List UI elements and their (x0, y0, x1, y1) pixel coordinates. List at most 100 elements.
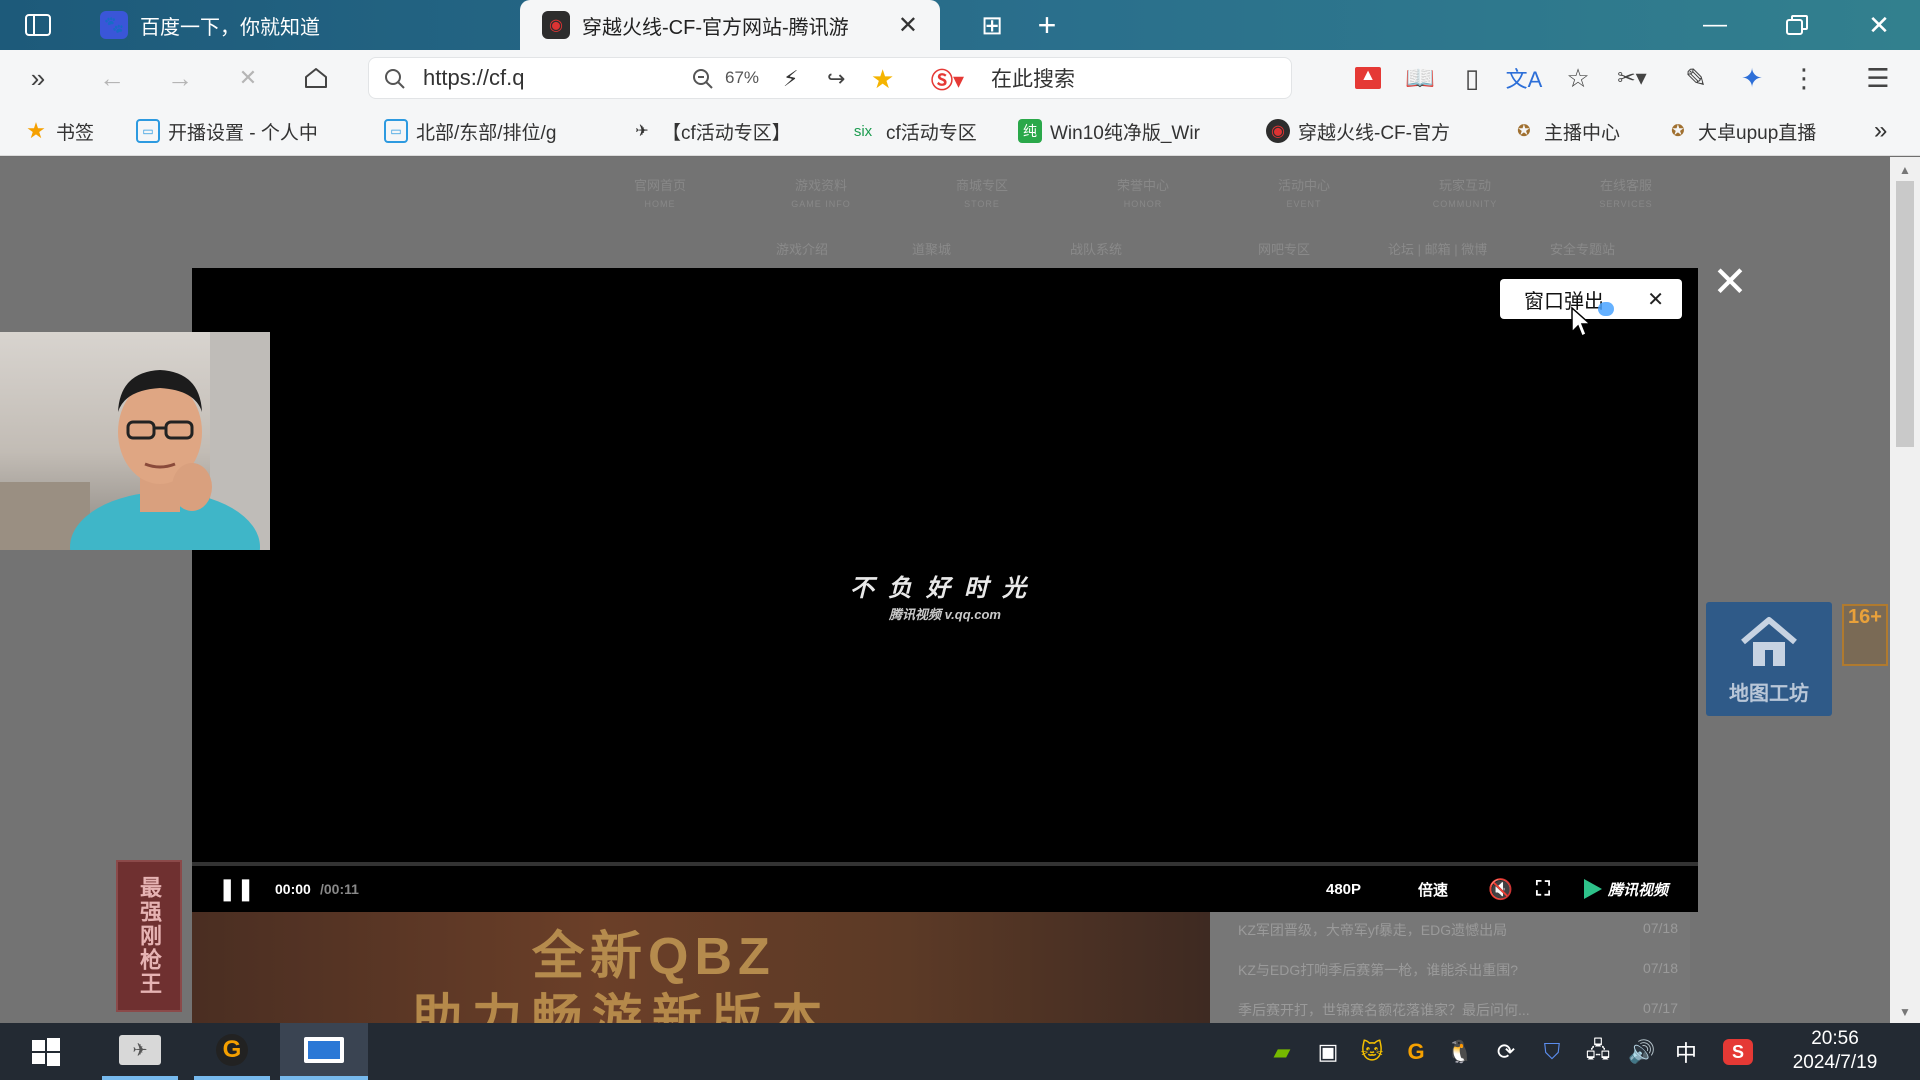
taskbar-app-obs[interactable] (280, 1023, 368, 1080)
promo-banner[interactable]: 全新QBZ 助力畅游新版本 (192, 912, 1210, 1023)
new-tab-icon[interactable]: + (1025, 0, 1069, 50)
qq-tray-icon[interactable]: 🐧 (1438, 1023, 1482, 1080)
bookmark-item[interactable]: ✪ 主播中心 (1512, 106, 1648, 156)
system-clock[interactable]: 20:56 2024/7/19 (1770, 1027, 1900, 1075)
nvidia-tray-icon[interactable]: ▰ (1260, 1023, 1304, 1080)
sogou-search-icon[interactable]: Ⓢ▾ (931, 64, 964, 94)
sync-tray-icon[interactable]: ⟳ (1484, 1023, 1528, 1080)
page-scrollbar[interactable]: ▲ ▼ (1890, 157, 1920, 1023)
chevrons-right-icon[interactable]: » (16, 50, 60, 106)
bookmark-item[interactable]: ▭ 北部/东部/排位/g (384, 106, 606, 156)
browser-tray-icon[interactable]: G (1394, 1023, 1438, 1080)
stop-icon[interactable]: ✕ (226, 50, 270, 106)
nav-label: 在线客服 (1599, 178, 1652, 193)
site-nav-honor[interactable]: 荣誉中心 HONOR (1083, 177, 1203, 213)
collections-star-icon[interactable]: ☆ (1556, 50, 1600, 106)
reader-mode-icon[interactable]: 📖 (1398, 50, 1442, 106)
lightning-icon[interactable]: ⚡ (783, 64, 798, 94)
nav-sublabel: STORE (964, 199, 1000, 209)
tab-overview-icon[interactable]: ⊞ (970, 0, 1014, 50)
subnav-link[interactable]: 道聚城 (912, 239, 951, 258)
ai-assistant-icon[interactable]: ✦ (1730, 50, 1774, 106)
pause-icon[interactable]: ❚❚ (218, 876, 255, 902)
favorite-star-icon[interactable]: ★ (871, 64, 894, 94)
volume-tray-icon[interactable]: 🔊 (1620, 1023, 1664, 1080)
quality-button[interactable]: 480P (1326, 881, 1361, 898)
address-bar[interactable]: https://cf.q 67% ⚡ ↪ ★ Ⓢ▾ 在此搜索 (368, 57, 1292, 99)
video-player[interactable]: 不负好时光 腾讯视频 v.qq.com ❚❚ 00:00 /00:11 480P… (192, 268, 1698, 912)
bookmark-item[interactable]: six cf活动专区 (848, 106, 998, 156)
news-item[interactable]: 季后赛开打，世锦赛名额花落谁家？最后问何... 07/17 (1238, 1000, 1678, 1020)
close-popout-icon[interactable]: ✕ (1647, 287, 1664, 312)
bookmark-label: 【cf活动专区】 (662, 122, 791, 144)
side-promo-banner[interactable]: 最强刚枪王 (116, 860, 182, 1012)
bookmark-item[interactable]: ◉ 穿越火线-CF-官方 (1266, 106, 1488, 156)
news-item[interactable]: KZ与EDG打响季后赛第一枪，谁能杀出重围? 07/18 (1238, 960, 1678, 980)
tab-cf-official[interactable]: ◉ 穿越火线-CF-官方网站-腾讯游 ✕ (520, 0, 940, 50)
ime-indicator[interactable]: 中 (1664, 1023, 1708, 1080)
site-nav-home[interactable]: 官网首页 HOME (600, 177, 720, 213)
site-nav-store[interactable]: 商城专区 STORE (922, 177, 1042, 213)
pdf-icon[interactable]: ▲ (1346, 50, 1390, 106)
search-engine-input[interactable]: 在此搜索 (991, 63, 1075, 93)
news-item[interactable]: KZ军团晋级，大帝军yf暴走，EDG遗憾出局 07/18 (1238, 920, 1678, 940)
pen-icon[interactable]: ✎ (1674, 50, 1718, 106)
close-window-icon[interactable]: ✕ (1854, 0, 1904, 50)
speed-button[interactable]: 倍速 (1418, 879, 1448, 900)
bookmark-item[interactable]: ✈ 【cf活动专区】 (630, 106, 824, 156)
scrollbar-thumb[interactable] (1896, 181, 1914, 447)
bilibili-icon: ▭ (136, 119, 160, 143)
home-icon[interactable] (294, 50, 338, 106)
bookmark-label: 北部/东部/排位/g (416, 122, 557, 144)
close-tab-icon[interactable]: ✕ (898, 11, 918, 40)
sogou-ime-icon[interactable]: S (1716, 1023, 1760, 1080)
subnav-link[interactable]: 游戏介绍 (776, 239, 828, 258)
network-tray-icon[interactable]: 🖧 (1576, 1023, 1620, 1080)
zoom-icon[interactable] (691, 64, 715, 94)
scroll-down-icon[interactable]: ▼ (1890, 1005, 1920, 1019)
close-overlay-icon[interactable]: ✕ (1710, 261, 1750, 303)
fullscreen-icon[interactable]: ⛶ (1536, 878, 1550, 901)
bookmark-panel-icon[interactable]: ▯ (1450, 50, 1494, 106)
subnav-link[interactable]: 网吧专区 (1258, 239, 1310, 258)
back-icon[interactable]: ← (90, 50, 134, 106)
map-workshop-widget[interactable]: 地图工坊 (1706, 602, 1832, 716)
site-nav-event[interactable]: 活动中心 EVENT (1244, 177, 1364, 213)
nav-sublabel: SERVICES (1599, 199, 1653, 209)
monitor-tray-icon[interactable]: ▣ (1306, 1023, 1350, 1080)
url-text[interactable]: https://cf.q (423, 65, 525, 91)
subnav-link[interactable]: 安全专题站 (1550, 239, 1615, 258)
minimize-icon[interactable]: — (1690, 0, 1740, 50)
subnav-link[interactable]: 论坛 | 邮箱 | 微博 (1388, 239, 1487, 258)
subnav-link[interactable]: 战队系统 (1070, 239, 1122, 258)
restore-icon[interactable] (1772, 0, 1822, 50)
scroll-up-icon[interactable]: ▲ (1890, 163, 1920, 177)
home-house-icon (1741, 617, 1797, 666)
bookmark-item[interactable]: ▭ 开播设置 - 个人中 (136, 106, 358, 156)
taskbar-app-browser[interactable]: G (194, 1023, 270, 1080)
bookmark-item[interactable]: ✪ 大卓upup直播 (1666, 106, 1850, 156)
shield-tray-icon[interactable]: ⛉ (1530, 1023, 1574, 1080)
news-title: KZ军团晋级，大帝军yf暴走，EDG遗憾出局 (1238, 922, 1508, 938)
menu-hamburger-icon[interactable]: ☰ (1856, 50, 1900, 106)
bookmark-item[interactable]: 纯 Win10纯净版_Wir (1018, 106, 1240, 156)
news-title: KZ与EDG打响季后赛第一枪，谁能杀出重围? (1238, 962, 1519, 978)
bookmarks-overflow-icon[interactable]: » (1874, 106, 1887, 156)
site-nav-services[interactable]: 在线客服 SERVICES (1566, 177, 1686, 213)
screen-capture-icon (304, 1036, 344, 1063)
bookmark-item[interactable]: ★ 书签 (24, 106, 94, 156)
mute-icon[interactable]: 🔇 (1488, 877, 1513, 902)
translate-icon[interactable]: 文A (1502, 50, 1546, 106)
taskbar-app-cf[interactable]: ✈ (102, 1023, 178, 1080)
tab-baidu[interactable]: 🐾 百度一下，你就知道 (100, 0, 510, 50)
sidebar-toggle-icon[interactable] (18, 0, 58, 50)
tencent-video-brand[interactable]: 腾讯视频 (1584, 879, 1668, 900)
site-nav-game-info[interactable]: 游戏资料 GAME INFO (761, 177, 881, 213)
share-icon[interactable]: ↪ (827, 64, 845, 94)
pet-tray-icon[interactable]: 🐱 (1350, 1023, 1394, 1080)
more-vertical-icon[interactable]: ⋮ (1782, 50, 1826, 106)
screenshot-scissors-icon[interactable]: ✂▾ (1610, 50, 1654, 106)
site-nav-community[interactable]: 玩家互动 COMMUNITY (1405, 177, 1525, 213)
forward-icon[interactable]: → (158, 50, 202, 106)
start-button[interactable] (8, 1023, 84, 1080)
